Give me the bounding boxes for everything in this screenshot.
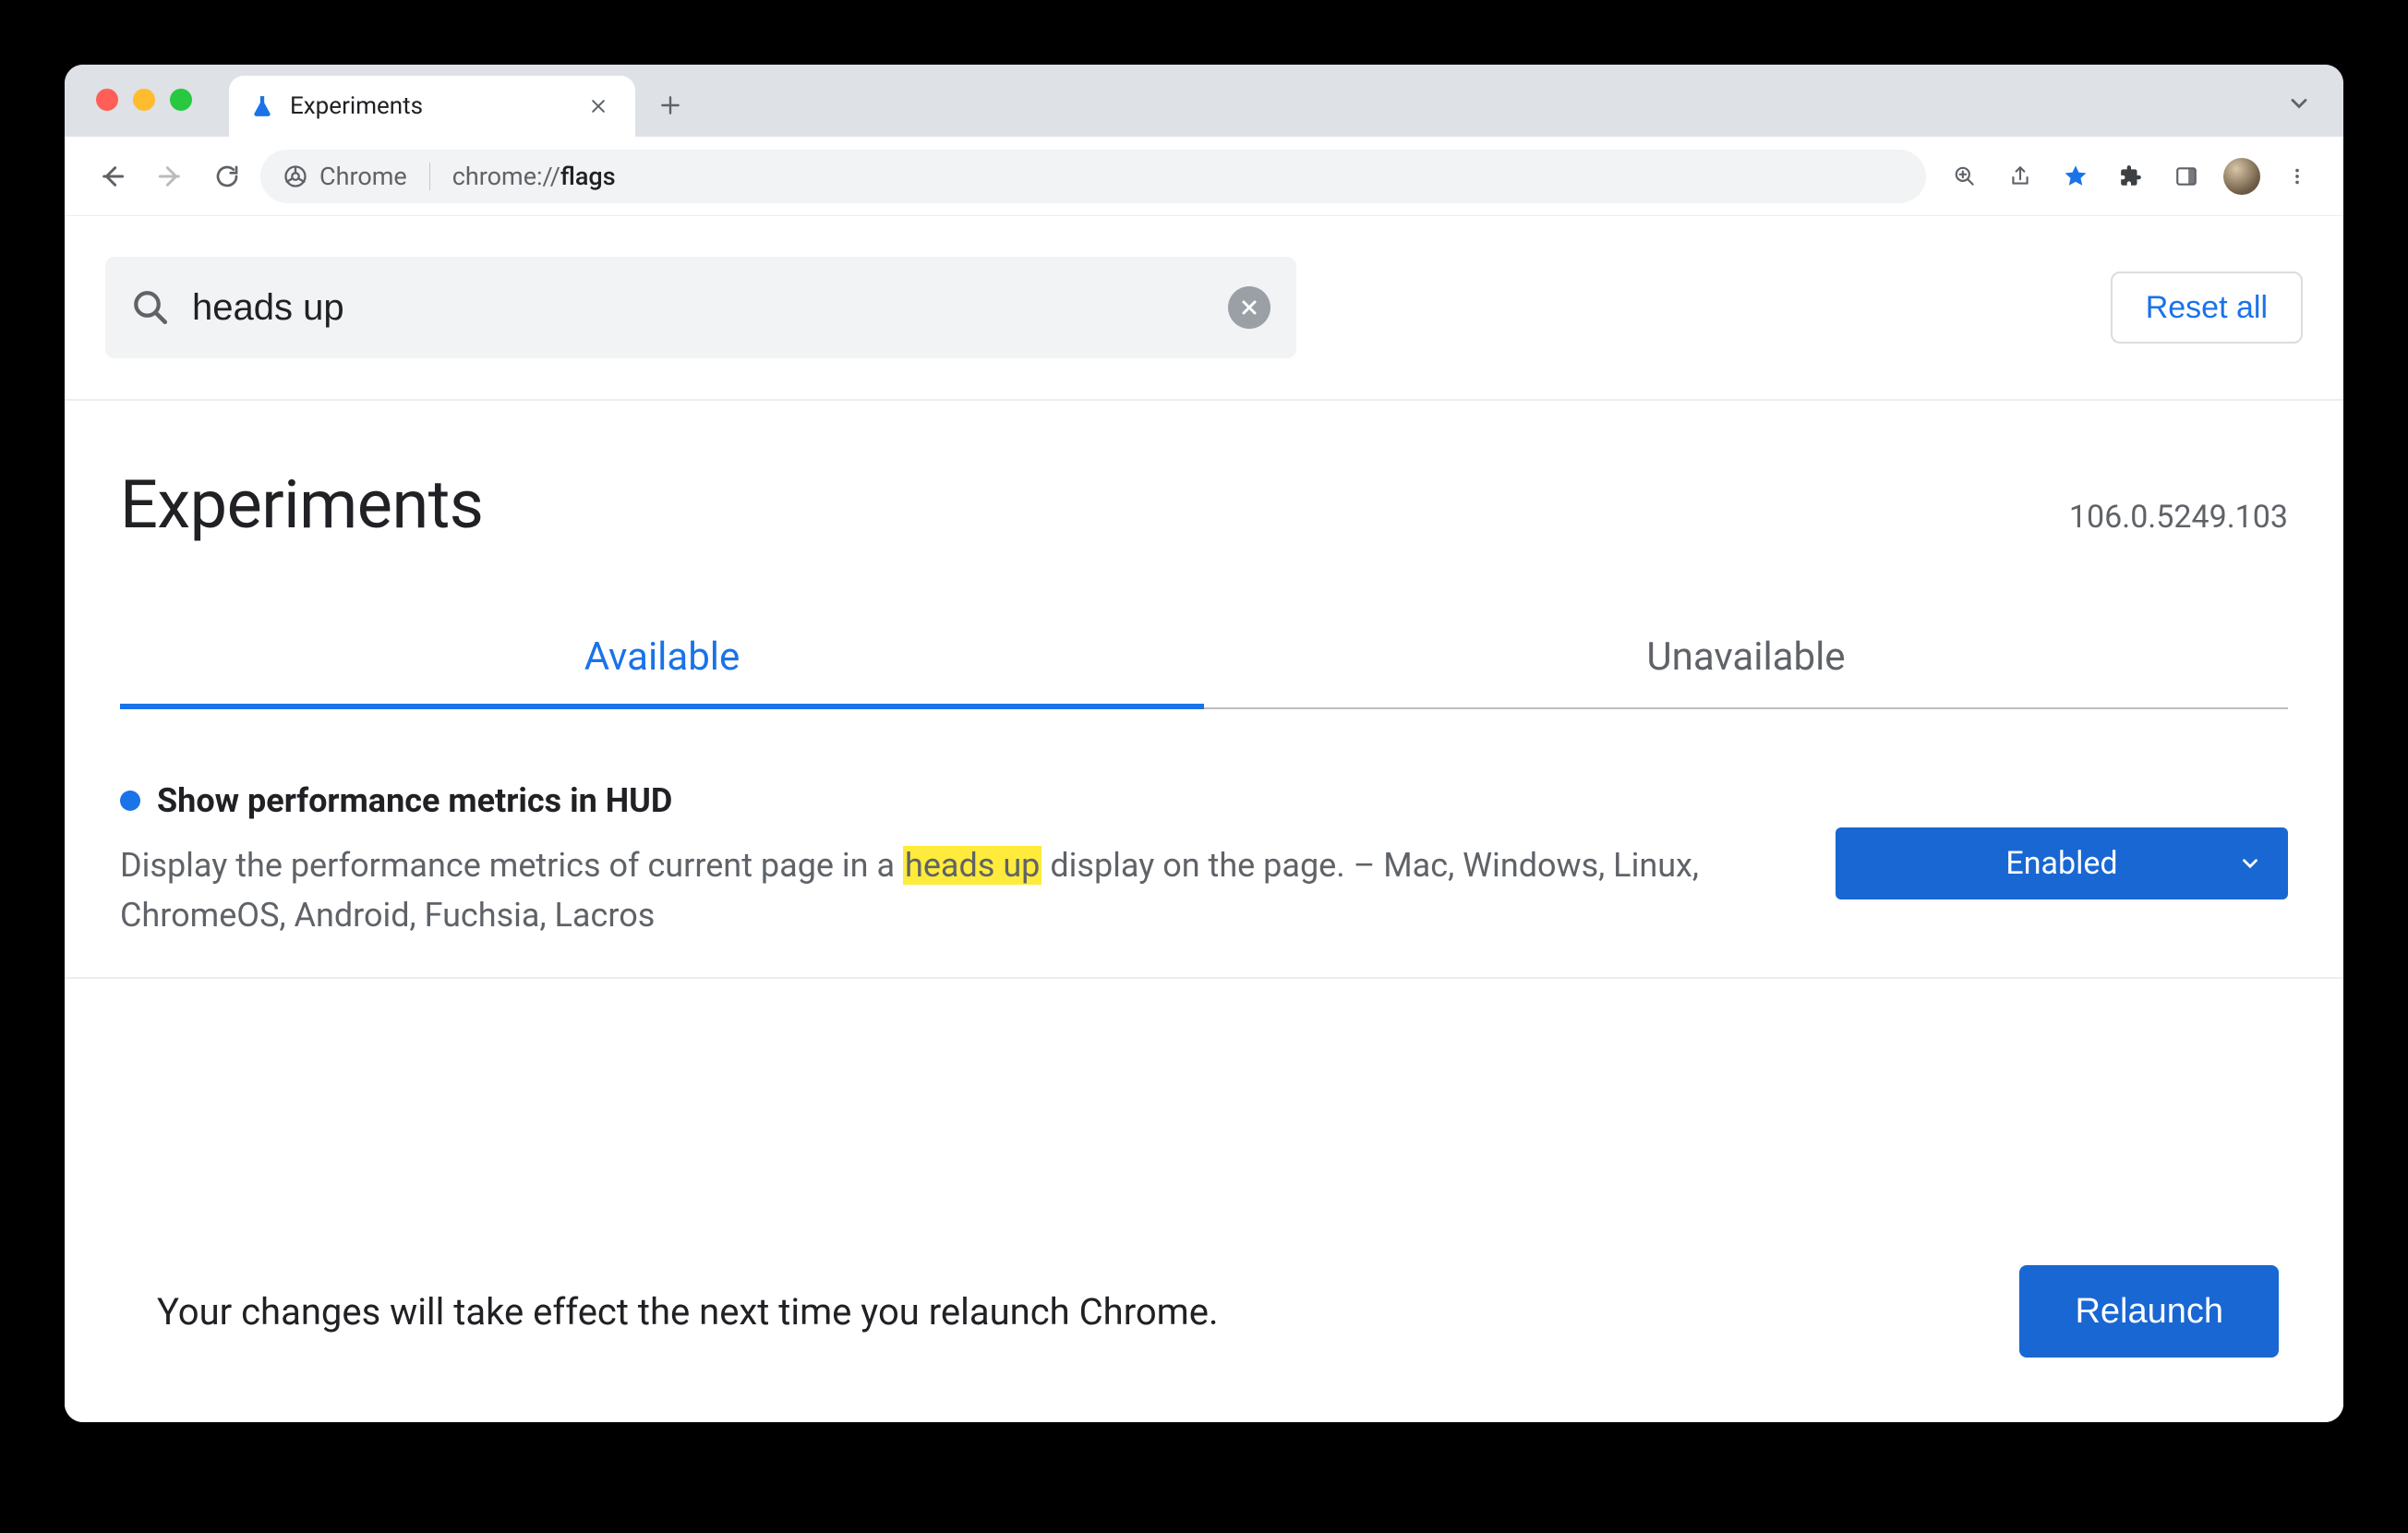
zoom-icon[interactable] — [1943, 154, 1987, 199]
flag-tabs: Available Unavailable — [120, 609, 2288, 709]
search-highlight: heads up — [903, 846, 1041, 885]
browser-tab[interactable]: Experiments — [229, 76, 635, 137]
flask-icon — [249, 93, 275, 119]
window-controls — [96, 89, 192, 111]
chip-label: Chrome — [319, 162, 407, 191]
clear-search-icon[interactable] — [1228, 286, 1270, 329]
tab-strip: Experiments — [65, 65, 2343, 137]
back-button[interactable] — [89, 152, 137, 200]
site-chip: Chrome — [283, 162, 407, 191]
flag-description: Display the performance metrics of curre… — [120, 840, 1799, 940]
flag-title: Show performance metrics in HUD — [157, 781, 672, 820]
flag-search-input[interactable] — [190, 286, 1208, 330]
extensions-icon[interactable] — [2109, 154, 2153, 199]
address-bar[interactable]: Chrome chrome://flags — [260, 150, 1926, 203]
reset-all-button[interactable]: Reset all — [2111, 272, 2303, 344]
omnibox-divider — [429, 163, 430, 190]
flag-state-select[interactable]: Enabled — [1836, 827, 2288, 899]
modified-dot-icon — [120, 791, 140, 811]
profile-avatar[interactable] — [2220, 154, 2264, 199]
close-window-button[interactable] — [96, 89, 118, 111]
page-title: Experiments — [120, 465, 483, 544]
search-icon — [131, 288, 170, 327]
version-label: 106.0.5249.103 — [2069, 499, 2288, 536]
flag-search-box[interactable] — [105, 257, 1296, 358]
toolbar-actions — [1943, 154, 2319, 199]
chrome-icon — [283, 163, 308, 189]
relaunch-bar: Your changes will take effect the next t… — [65, 1213, 2343, 1422]
forward-button[interactable] — [146, 152, 194, 200]
share-icon[interactable] — [1998, 154, 2042, 199]
search-row: Reset all — [65, 216, 2343, 401]
tab-available[interactable]: Available — [120, 609, 1204, 707]
tab-overflow-button[interactable] — [2286, 91, 2325, 116]
flag-text: Show performance metrics in HUD Display … — [120, 781, 1799, 940]
close-tab-icon[interactable] — [585, 93, 611, 119]
menu-button[interactable] — [2275, 154, 2319, 199]
browser-window: Experiments — [65, 65, 2343, 1422]
tab-title: Experiments — [290, 92, 423, 120]
avatar-icon — [2223, 158, 2260, 195]
minimize-window-button[interactable] — [133, 89, 155, 111]
relaunch-button[interactable]: Relaunch — [2019, 1265, 2279, 1358]
page-header: Experiments 106.0.5249.103 — [65, 401, 2343, 544]
omnibox-url: chrome://flags — [452, 162, 616, 191]
relaunch-message: Your changes will take effect the next t… — [157, 1290, 1219, 1334]
flag-item: Show performance metrics in HUD Display … — [65, 709, 2343, 979]
reload-button[interactable] — [203, 152, 251, 200]
maximize-window-button[interactable] — [170, 89, 192, 111]
bookmark-star-icon[interactable] — [2053, 154, 2098, 199]
browser-toolbar: Chrome chrome://flags — [65, 137, 2343, 216]
new-tab-button[interactable] — [644, 79, 696, 131]
page-content: Reset all Experiments 106.0.5249.103 Ava… — [65, 216, 2343, 1422]
flag-state-value: Enabled — [2005, 845, 2117, 882]
side-panel-icon[interactable] — [2164, 154, 2209, 199]
tab-unavailable[interactable]: Unavailable — [1204, 609, 2288, 707]
chevron-down-icon — [2238, 851, 2262, 875]
